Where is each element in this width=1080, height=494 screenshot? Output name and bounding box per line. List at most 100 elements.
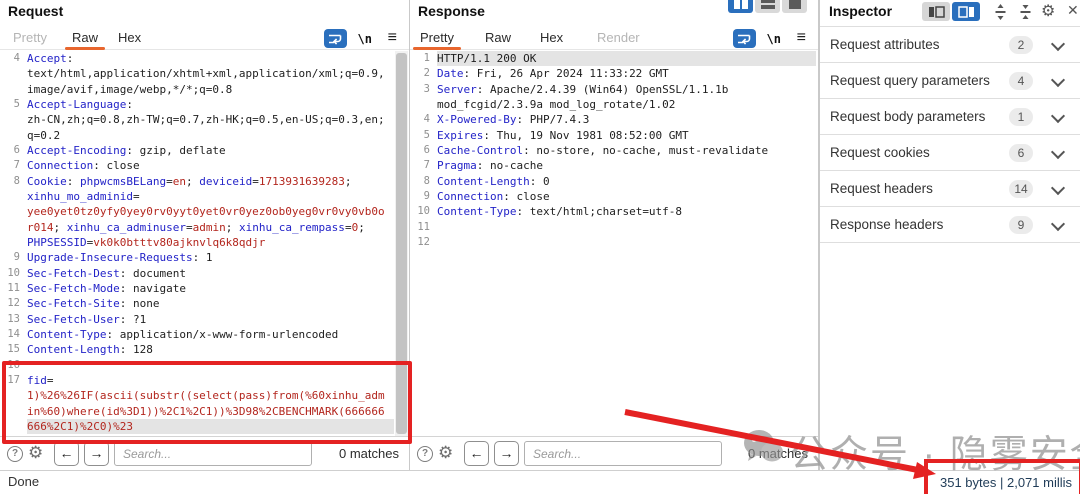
inspector-section-request-headers[interactable]: Request headers 14 <box>820 171 1080 207</box>
code-line: 6Cache-Control: no-store, no-cache, must… <box>410 143 816 158</box>
line-text: HTTP/1.1 200 OK <box>437 51 816 66</box>
chevron-down-icon <box>1051 181 1065 195</box>
count-badge: 2 <box>1009 36 1033 54</box>
code-line: 8Cookie: phpwcmsBELang=en; deviceid=1713… <box>0 174 394 189</box>
line-number: 4 <box>410 112 437 127</box>
line-text: Pragma: no-cache <box>437 158 816 173</box>
inspector-dock-left-icon[interactable] <box>922 2 950 21</box>
code-line: xinhu_mo_adminid= <box>0 189 394 204</box>
line-number: 9 <box>0 250 27 265</box>
response-search-bar: ? ⚙ ← → 0 matches <box>410 436 818 471</box>
line-number: 17 <box>0 373 27 388</box>
line-number: 13 <box>0 312 27 327</box>
inspector-section-response-headers[interactable]: Response headers 9 <box>820 207 1080 243</box>
line-text: Content-Length: 0 <box>437 174 816 189</box>
line-text: yee0yet0tz0yfy0yey0rv0yyt0yet0vr0yez0ob0… <box>27 204 394 219</box>
chevron-down-icon <box>1051 145 1065 159</box>
response-tab-hex[interactable]: Hex <box>540 30 563 45</box>
search-settings-gear-icon[interactable]: ⚙ <box>438 443 453 463</box>
line-number <box>410 97 437 112</box>
section-label: Request attributes <box>830 27 940 62</box>
line-text: image/avif,image/webp,*/*;q=0.8 <box>27 82 394 97</box>
search-prev-button[interactable]: ← <box>54 441 79 466</box>
inspector-section-request-query-parameters[interactable]: Request query parameters 4 <box>820 63 1080 99</box>
inspector-dock-right-icon[interactable] <box>952 2 980 21</box>
line-number: 10 <box>0 266 27 281</box>
editor-menu-icon[interactable]: ≡ <box>797 29 806 47</box>
inspector-settings-gear-icon[interactable]: ⚙ <box>1041 1 1055 21</box>
show-newlines-icon[interactable]: \n <box>358 32 372 46</box>
response-tab-render[interactable]: Render <box>597 30 640 45</box>
code-line: 11 <box>410 220 816 235</box>
expand-all-icon[interactable] <box>992 4 1009 20</box>
response-tab-pretty[interactable]: Pretty <box>420 30 454 45</box>
code-line: 13Sec-Fetch-User: ?1 <box>0 312 394 327</box>
section-label: Request headers <box>830 171 933 206</box>
request-tab-hex[interactable]: Hex <box>118 30 141 45</box>
code-line: 9Connection: close <box>410 189 816 204</box>
section-label: Request cookies <box>830 135 930 170</box>
line-text: mod_fcgid/2.3.9a mod_log_rotate/1.02 <box>437 97 816 112</box>
view-columns-icon[interactable] <box>728 0 753 13</box>
line-text <box>437 235 816 250</box>
line-text: Content-Length: 128 <box>27 342 394 357</box>
section-label: Response headers <box>830 207 943 242</box>
inspector-section-request-attributes[interactable]: Request attributes 2 <box>820 27 1080 63</box>
response-search-input[interactable] <box>524 441 722 466</box>
search-next-button[interactable]: → <box>494 441 519 466</box>
response-panel: Response Pretty Raw Hex Render \n ≡ 1HTT… <box>410 0 819 471</box>
response-panel-title: Response <box>418 3 485 19</box>
line-number: 15 <box>0 342 27 357</box>
line-number: 12 <box>0 296 27 311</box>
line-text: Sec-Fetch-Site: none <box>27 296 394 311</box>
line-text: text/html,application/xhtml+xml,applicat… <box>27 66 394 81</box>
help-icon[interactable]: ? <box>7 446 23 462</box>
editor-menu-icon[interactable]: ≡ <box>388 29 397 47</box>
response-tab-raw[interactable]: Raw <box>485 30 511 45</box>
collapse-all-icon[interactable] <box>1017 4 1034 20</box>
inspector-close-icon[interactable]: ✕ <box>1067 2 1079 19</box>
view-rows-icon[interactable] <box>755 0 780 13</box>
line-number <box>0 388 27 403</box>
request-tab-raw[interactable]: Raw <box>72 30 98 45</box>
view-single-icon[interactable] <box>782 0 807 13</box>
response-tabbar: Pretty Raw Hex Render \n ≡ <box>410 27 818 50</box>
line-text: Connection: close <box>437 189 816 204</box>
word-wrap-icon[interactable] <box>733 29 756 48</box>
section-label: Request body parameters <box>830 99 985 134</box>
code-line: in%60)where(id%3D1))%2C1%2C1))%3D98%2CBE… <box>0 404 394 419</box>
inspector-section-request-cookies[interactable]: Request cookies 6 <box>820 135 1080 171</box>
inspector-sections: Request attributes 2 Request query param… <box>820 26 1080 243</box>
code-line: 3Server: Apache/2.4.39 (Win64) OpenSSL/1… <box>410 82 816 97</box>
line-number <box>0 128 27 143</box>
code-line: zh-CN,zh;q=0.8,zh-TW;q=0.7,zh-HK;q=0.5,e… <box>0 112 394 127</box>
line-number: 6 <box>410 143 437 158</box>
line-text: Cache-Control: no-store, no-cache, must-… <box>437 143 816 158</box>
code-line: 7Connection: close <box>0 158 394 173</box>
request-scrollbar-thumb[interactable] <box>396 53 407 434</box>
count-badge: 1 <box>1009 108 1033 126</box>
request-search-input[interactable] <box>114 441 312 466</box>
code-line: 8Content-Length: 0 <box>410 174 816 189</box>
line-number: 12 <box>410 235 437 250</box>
line-number: 14 <box>0 327 27 342</box>
request-editor[interactable]: 4Accept:text/html,application/xhtml+xml,… <box>0 51 394 434</box>
request-search-matches: 0 matches <box>339 446 399 461</box>
search-prev-button[interactable]: ← <box>464 441 489 466</box>
line-text: xinhu_mo_adminid= <box>27 189 394 204</box>
code-line: 1HTTP/1.1 200 OK <box>410 51 816 66</box>
word-wrap-icon[interactable] <box>324 29 347 48</box>
request-scrollbar[interactable] <box>395 51 408 436</box>
section-label: Request query parameters <box>830 63 990 98</box>
count-badge: 9 <box>1009 216 1033 234</box>
response-editor[interactable]: 1HTTP/1.1 200 OK2Date: Fri, 26 Apr 2024 … <box>410 51 816 250</box>
code-line: 10Content-Type: text/html;charset=utf-8 <box>410 204 816 219</box>
request-tab-pretty[interactable]: Pretty <box>13 30 47 45</box>
inspector-section-request-body-parameters[interactable]: Request body parameters 1 <box>820 99 1080 135</box>
search-next-button[interactable]: → <box>84 441 109 466</box>
line-text: Cookie: phpwcmsBELang=en; deviceid=17139… <box>27 174 394 189</box>
help-icon[interactable]: ? <box>417 446 433 462</box>
show-newlines-icon[interactable]: \n <box>767 32 781 46</box>
line-number: 11 <box>410 220 437 235</box>
search-settings-gear-icon[interactable]: ⚙ <box>28 443 43 463</box>
